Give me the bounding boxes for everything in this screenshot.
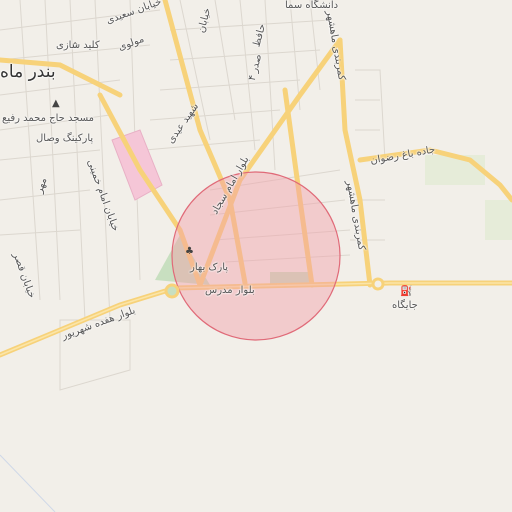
key-shop-label: کلید سازی: [56, 40, 100, 51]
mosque-icon: ▲: [52, 98, 60, 109]
city-label: بندر ماه: [0, 62, 56, 82]
radius-circle[interactable]: [171, 171, 341, 341]
mosque-label: مسجد حاج محمد رفیع: [2, 113, 94, 124]
modares-label: بلوار مدرس: [205, 285, 255, 296]
map-canvas[interactable]: بندر ماه دانشگاه سما خیابان سعیدی مولوی …: [0, 0, 512, 512]
jaygah-label: جایگاه: [392, 300, 418, 311]
fuel-icon: ⛽: [400, 286, 413, 297]
tree-icon: ♣: [185, 246, 194, 257]
bahar-park-label: پارک بهار: [190, 262, 229, 273]
parking-label: پارکینگ وصال: [36, 133, 94, 144]
